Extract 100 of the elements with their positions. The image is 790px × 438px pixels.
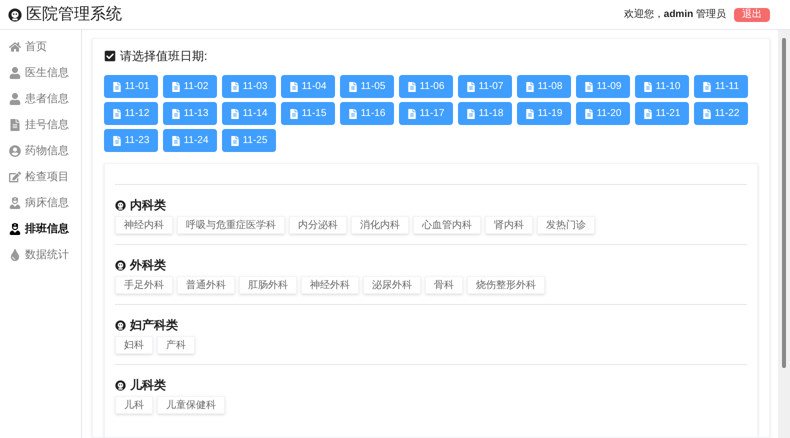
sidebar-item[interactable]: 病床信息 (0, 190, 81, 216)
nurse-icon (9, 223, 21, 235)
date-button[interactable]: 11-11 (694, 75, 748, 98)
document-icon (526, 82, 534, 92)
document-icon (702, 82, 711, 92)
document-icon (172, 136, 180, 146)
document-icon (584, 82, 593, 92)
department-tag[interactable]: 骨科 (425, 276, 463, 294)
date-button[interactable]: 11-03 (222, 75, 276, 98)
document-icon (112, 108, 121, 118)
document-icon (112, 82, 121, 92)
date-button[interactable]: 11-20 (576, 102, 630, 125)
date-button[interactable]: 11-09 (576, 75, 630, 98)
department-title: 妇产科类 (130, 317, 178, 334)
sidebar-item[interactable]: 挂号信息 (0, 112, 81, 138)
department-tag[interactable]: 神经外科 (301, 276, 359, 294)
drop-icon (9, 249, 21, 261)
sidebar-item[interactable]: 检查项目 (0, 164, 81, 190)
prompt-text: 请选择值班日期: (120, 48, 208, 65)
date-button[interactable]: 11-04 (281, 75, 335, 98)
document-icon (644, 108, 652, 118)
face-icon (115, 200, 126, 210)
document-icon (408, 108, 416, 118)
edit-icon (9, 171, 21, 183)
department-tag[interactable]: 普通外科 (177, 276, 235, 294)
face-icon (115, 320, 126, 330)
department-tag[interactable]: 烧伤整形外科 (467, 276, 545, 294)
date-button[interactable]: 11-22 (694, 102, 748, 125)
date-button[interactable]: 11-15 (281, 102, 335, 125)
sidebar-item[interactable]: 排班信息 (0, 216, 81, 242)
document-icon (230, 82, 239, 92)
department-tag[interactable]: 产科 (157, 336, 195, 354)
document-icon (112, 136, 121, 146)
person-badge-icon (9, 145, 21, 157)
department-tag[interactable]: 儿科 (115, 396, 153, 414)
date-button[interactable]: 11-06 (399, 75, 453, 98)
department-tag[interactable]: 心血管内科 (413, 216, 481, 234)
department-tag[interactable]: 手足外科 (115, 276, 173, 294)
date-button[interactable]: 11-08 (517, 75, 571, 98)
date-button[interactable]: 11-10 (635, 75, 689, 98)
date-button[interactable]: 11-16 (340, 102, 394, 125)
department-tag[interactable]: 泌尿外科 (363, 276, 421, 294)
date-button[interactable]: 11-25 (222, 129, 276, 152)
department-tag[interactable]: 呼吸与危重症医学科 (177, 216, 285, 234)
date-button[interactable]: 11-18 (458, 102, 512, 125)
person-icon (9, 93, 21, 105)
date-button[interactable]: 11-24 (163, 129, 217, 152)
date-button[interactable]: 11-02 (163, 75, 217, 98)
date-button[interactable]: 11-17 (399, 102, 453, 125)
document-icon (172, 82, 180, 92)
document-icon (526, 108, 534, 118)
scrollbar[interactable] (778, 30, 790, 438)
date-button[interactable]: 11-12 (104, 102, 158, 125)
document-icon (348, 82, 357, 92)
department-tag[interactable]: 神经内科 (115, 216, 173, 234)
date-button[interactable]: 11-01 (104, 75, 158, 98)
sidebar-item[interactable]: 医生信息 (0, 60, 81, 86)
date-button[interactable]: 11-19 (517, 102, 571, 125)
welcome-text: 欢迎您，admin 管理员 (624, 8, 726, 22)
document-icon (230, 136, 239, 146)
department-tag[interactable]: 儿童保健科 (157, 396, 225, 414)
home-icon (9, 41, 21, 53)
date-button[interactable]: 11-07 (458, 75, 512, 98)
document-icon (408, 82, 416, 92)
date-button[interactable]: 11-23 (104, 129, 158, 152)
document-icon (348, 108, 357, 118)
date-button[interactable]: 11-13 (163, 102, 217, 125)
department-tag[interactable]: 消化内科 (351, 216, 409, 234)
sidebar-item[interactable]: 药物信息 (0, 138, 81, 164)
document-icon (172, 108, 180, 118)
department-title: 内科类 (130, 197, 166, 214)
department-title: 儿科类 (130, 377, 166, 394)
document-icon (290, 108, 298, 118)
department-tag[interactable]: 妇科 (115, 336, 153, 354)
document-icon (702, 108, 711, 118)
document-icon (290, 82, 298, 92)
department-tag[interactable]: 肾内科 (485, 216, 533, 234)
face-icon (115, 380, 126, 390)
face-icon (115, 260, 126, 270)
person-icon (9, 67, 21, 79)
department-tag[interactable]: 肛肠外科 (239, 276, 297, 294)
document-icon (466, 82, 475, 92)
department-tag[interactable]: 内分泌科 (289, 216, 347, 234)
document-icon (9, 119, 21, 131)
department-title: 外科类 (130, 257, 166, 274)
sidebar-item[interactable]: 数据统计 (0, 242, 81, 268)
face-icon (8, 8, 22, 22)
sidebar-item[interactable]: 首页 (0, 34, 81, 60)
date-button[interactable]: 11-05 (340, 75, 394, 98)
date-button[interactable]: 11-21 (635, 102, 689, 125)
date-button[interactable]: 11-14 (222, 102, 276, 125)
app-title: 医院管理系统 (26, 4, 122, 24)
department-tag[interactable]: 发热门诊 (537, 216, 595, 234)
document-icon (466, 108, 475, 118)
sidebar-item[interactable]: 患者信息 (0, 86, 81, 112)
checkbox-icon (104, 50, 116, 62)
logout-button[interactable]: 退出 (734, 8, 770, 22)
nurse-icon (9, 197, 21, 209)
document-icon (584, 108, 593, 118)
document-icon (644, 82, 652, 92)
